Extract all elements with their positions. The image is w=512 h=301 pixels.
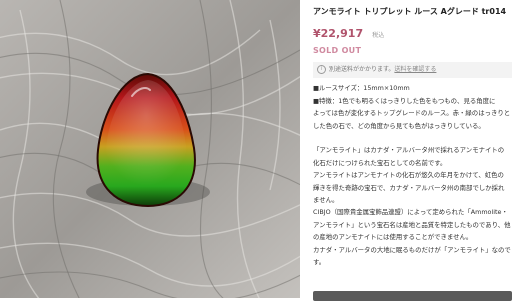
desc-line: した色の石で、どの角度から見ても色がはっきりしている。 — [313, 121, 485, 130]
desc-line: CIBJO（国際貴金属宝飾品連盟）によって定められた「Ammolite・ — [313, 208, 508, 216]
desc-line: アンモライトはアンモナイトの化石が悠久の年月をかけて、虹色の — [313, 171, 504, 180]
desc-line: よっては色が変化するトップグレードのルース。赤・緑のはっきりと — [313, 109, 511, 118]
shipping-link[interactable]: 送料を確認する — [394, 66, 436, 73]
desc-line: ■特徴：1色でも明るくはっきりした色をもつもの、見る角度に — [313, 96, 496, 105]
desc-line: アンモライト」という宝石名は産地と品質を特定したものであり、他 — [313, 220, 511, 229]
shipping-text: 別途送料がかかります。 — [329, 66, 395, 73]
shipping-notice: i 別途送料がかかります。送料を確認する — [313, 62, 512, 78]
desc-line: 「アンモライト」はカナダ・アルバータ州で採れるアンモナイトの — [313, 146, 505, 154]
product-photo — [0, 0, 300, 298]
price-row: ¥22,917 税込 — [313, 22, 384, 41]
product-info: アンモライト トリプレット ルース Aグレード tr014 ¥22,917 税込… — [313, 0, 512, 301]
product-price: ¥22,917 — [313, 27, 364, 40]
spec-section: ■ルースサイズ：15mm×10mm ■特徴：1色でも明るくはっきりした色をもつも… — [313, 82, 512, 132]
cart-button[interactable] — [313, 291, 512, 301]
ammolite-stone-image — [0, 0, 300, 298]
desc-line: 輝きを得た奇跡の宝石で、カナダ・アルバータ州の南部でしか採れ — [313, 183, 505, 192]
desc-line: の産地のアンモナイトには使用することができません。 — [313, 233, 473, 242]
desc-line: す。 — [313, 258, 326, 267]
desc-line: ■ルースサイズ：15mm×10mm — [313, 84, 410, 92]
info-icon: i — [317, 65, 326, 74]
tax-label: 税込 — [372, 32, 385, 39]
about-section: 「アンモライト」はカナダ・アルバータ州で採れるアンモナイトの 化石だけにつけられ… — [313, 144, 512, 207]
cibjo-section: CIBJO（国際貴金属宝飾品連盟）によって定められた「Ammolite・ アンモ… — [313, 206, 512, 269]
desc-line: 化石だけにつけられた宝石としての名前です。 — [313, 158, 447, 167]
sold-out-badge: SOLD OUT — [313, 46, 362, 55]
product-title: アンモライト トリプレット ルース Aグレード tr014 — [313, 7, 507, 16]
desc-line: カナダ・アルバータの大地に眠るものだけが「アンモライト」なので — [313, 245, 511, 254]
